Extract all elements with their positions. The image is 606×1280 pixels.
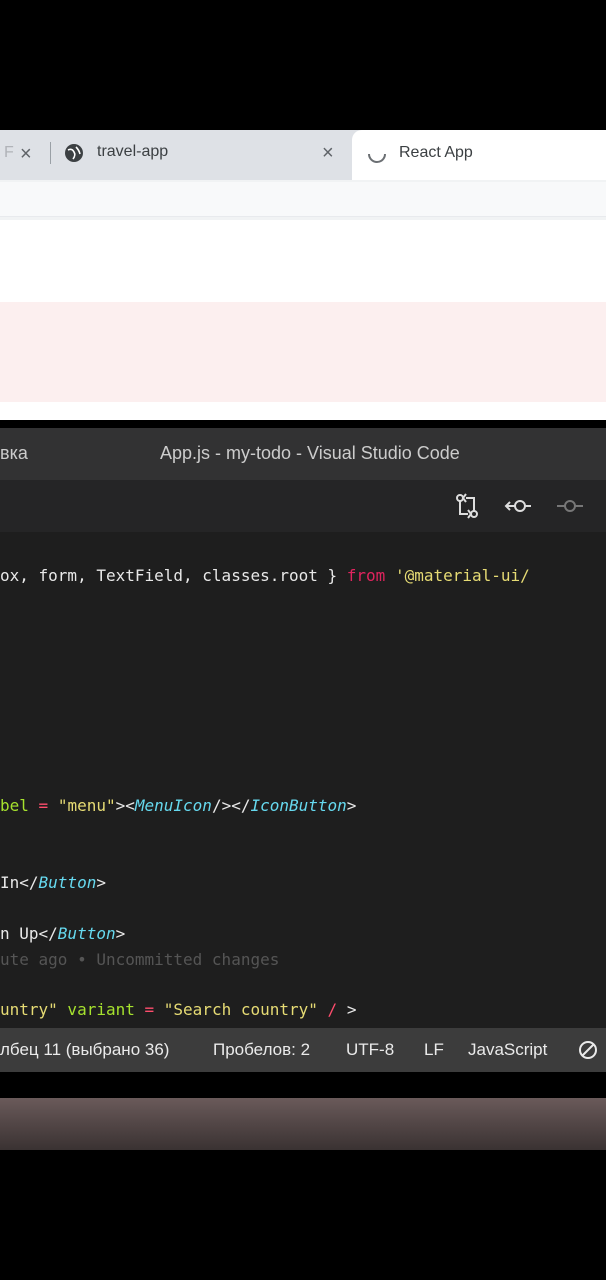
code-line-icon-button[interactable]: bel = "menu"><MenuIcon/></IconButton> [0, 796, 356, 815]
code-token: from [346, 566, 386, 585]
code-token: untry" [0, 1000, 58, 1019]
tab-bar: F × travel-app × React App [0, 130, 606, 180]
code-line-import[interactable]: ox, form, TextField, classes.root } from… [0, 566, 530, 585]
tab-travel-app[interactable]: travel-app × [52, 130, 352, 176]
code-token: > [96, 873, 106, 892]
status-indentation[interactable]: Пробелов: 2 [213, 1040, 310, 1060]
code-line-textfield[interactable]: untry" variant = "Search country" / > [0, 1000, 356, 1019]
code-token: MenuIcon [134, 796, 212, 815]
browser-window: F × travel-app × React App [0, 130, 606, 420]
code-token: /></ [211, 796, 251, 815]
code-token: > [346, 1000, 357, 1019]
tab-react-app[interactable]: React App [352, 130, 606, 180]
status-encoding[interactable]: UTF-8 [346, 1040, 394, 1060]
no-problems-icon[interactable] [578, 1040, 598, 1060]
previous-change-icon[interactable] [504, 496, 532, 516]
code-token: = [28, 796, 58, 815]
code-token: = [144, 1000, 155, 1019]
address-bar[interactable] [0, 182, 606, 217]
tab-previous-label: F [4, 144, 14, 161]
git-blame-annotation: ute ago • Uncommitted changes [0, 950, 279, 969]
tab-divider [50, 142, 51, 164]
menu-item-partial[interactable]: вка [0, 443, 28, 464]
editor-toolbar [0, 480, 606, 532]
compare-changes-icon[interactable] [454, 492, 480, 520]
status-language[interactable]: JavaScript [468, 1040, 547, 1060]
blame-text: ute ago • Uncommitted changes [0, 950, 280, 969]
code-token: IconButton [250, 796, 347, 815]
loading-spinner-icon [368, 153, 386, 163]
next-change-icon[interactable] [556, 496, 584, 516]
close-icon[interactable]: × [322, 143, 334, 163]
page-banner [0, 302, 606, 402]
tab-travel-label: travel-app [97, 143, 169, 160]
code-token: / [317, 1000, 347, 1019]
code-token: variant [57, 1000, 145, 1019]
globe-icon [65, 144, 83, 162]
code-token: '@material-ui/ [385, 566, 530, 585]
code-line-login-button[interactable]: In</Button> [0, 873, 106, 892]
code-token: > [115, 924, 126, 943]
tab-previous[interactable]: F × [0, 130, 48, 176]
breadcrumb-bar [0, 532, 606, 562]
code-token: ox, form, TextField, classes.root } [0, 566, 347, 585]
code-token: In</ [0, 873, 39, 892]
status-cursor-position[interactable]: лбец 11 (выбрано 36) [0, 1040, 169, 1060]
window-title: App.js - my-todo - Visual Studio Code [160, 443, 460, 463]
close-icon[interactable]: × [20, 144, 32, 164]
desktop-background [0, 1098, 606, 1150]
code-token: > [346, 796, 357, 815]
code-token: >< [115, 796, 135, 815]
code-token: Button [38, 873, 97, 892]
status-bar: лбец 11 (выбрано 36) Пробелов: 2 UTF-8 L… [0, 1028, 606, 1072]
tab-react-label: React App [399, 144, 473, 161]
code-token: Button [57, 924, 116, 943]
code-line-signup-button[interactable]: n Up</Button> [0, 924, 125, 943]
code-token: bel [0, 796, 29, 815]
code-token: "menu" [57, 796, 116, 815]
code-token: "Search country" [154, 1000, 318, 1019]
status-eol[interactable]: LF [424, 1040, 444, 1060]
vscode-window: вка App.js - my-todo - Visual Studio Cod… [0, 428, 606, 1072]
title-bar: вка App.js - my-todo - Visual Studio Cod… [0, 428, 606, 480]
code-token: n Up</ [0, 924, 58, 943]
